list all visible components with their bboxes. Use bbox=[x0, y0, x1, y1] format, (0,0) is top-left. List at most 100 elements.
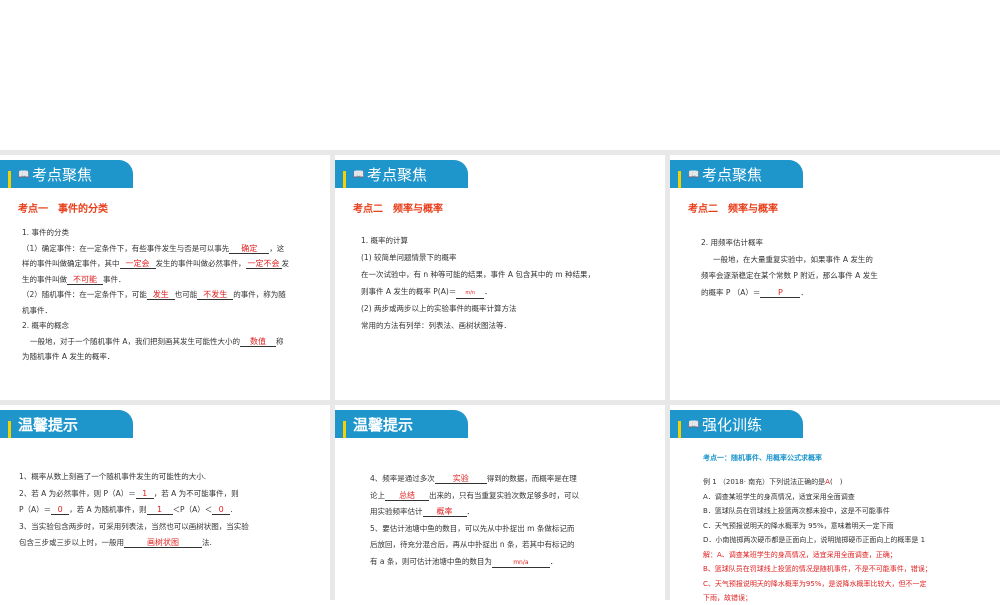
text-span: 的概率 P （A）＝ bbox=[701, 287, 761, 297]
text-line: 论上 总结 出来的，只有当重复实验次数足够多时，可以 bbox=[370, 488, 660, 505]
text-line: 包含三步或三步以上时，一般用 画树状图 法. bbox=[19, 535, 319, 552]
text-span: A．调查某班学生的身高情况，适宜采用全面调查 bbox=[703, 492, 855, 501]
text-span: 0 bbox=[218, 505, 224, 514]
text-span: 发 bbox=[281, 259, 290, 268]
text-span: 一定会 bbox=[125, 259, 150, 268]
text-span: 得到的数据，而概率是在理 bbox=[486, 474, 577, 483]
slide-header: 温馨提示 bbox=[335, 410, 468, 438]
text-span: 不可能 bbox=[73, 274, 97, 284]
text-span: 0 bbox=[57, 505, 63, 514]
text-line: P（A）＝ 0 ，若 A 为随机事件，则 1 ＜P（A）＜ 0. bbox=[19, 505, 233, 515]
text-span: 4、频率是通过多次 bbox=[370, 474, 435, 483]
accent-bar bbox=[678, 421, 681, 438]
answer-blank: mn/a bbox=[491, 557, 550, 568]
answer-blank: 画树状图 bbox=[124, 538, 202, 548]
slide-thumbnail-5[interactable]: 温馨提示 4、频率是通过多次 实验 得到的数据，而概率是在理 论上 总结 出来的，只有当… bbox=[335, 405, 665, 605]
text-span: ． bbox=[466, 507, 475, 516]
text-span: 5、要估计池塘中鱼的数目，可以先从中扑捉出 m 条做标记而 bbox=[370, 523, 575, 533]
slide-sorter: 📖 考点聚焦 考点一 事件的分类 1. 事件的分类 （1）确定事件：在一定条件下，… bbox=[0, 150, 1000, 605]
text-span: ． bbox=[800, 287, 808, 297]
answer-blank: 概率 bbox=[422, 507, 467, 517]
slide-header: 📖 考点聚焦 bbox=[335, 160, 468, 188]
answer-blank: m/n bbox=[456, 287, 485, 299]
header-title: 考点聚焦 bbox=[32, 166, 93, 184]
slide-body: 2. 用频率估计概率 一般地，在大量重复实验中，如果事件 A 发生的 频率会逐渐… bbox=[701, 235, 991, 301]
text-line: 的概率 P （A）＝ P ． bbox=[701, 285, 991, 302]
slide-body: 例 1 （2018· 南充）下列说法正确的是A( ) A．调查某班学生的身高情况… bbox=[703, 475, 1000, 605]
text-span: ，若 A 为不可能事件，则 bbox=[153, 488, 239, 498]
text-span: C．天气预报说明天的降水概率为 95%，意味着明天一定下雨 bbox=[703, 521, 894, 530]
text-span: 生的事件叫做 bbox=[22, 274, 67, 284]
book-icon: 📖 bbox=[688, 420, 700, 430]
accent-bar bbox=[343, 421, 346, 438]
text-span: 解：A、调查某班学生的身高情况，适宜采用全面调查，正确； bbox=[703, 550, 897, 559]
text-span: 事件． bbox=[103, 274, 126, 284]
slide-body: 4、频率是通过多次 实验 得到的数据，而概率是在理 论上 总结 出来的，只有当重复实验次… bbox=[370, 471, 660, 570]
text-span: (2) 两步或两步以上的实验事件的概率计算方法 bbox=[361, 304, 517, 313]
text-span: 后放回，待充分混合后，再从中扑捉出 n 条，若其中有标记的 bbox=[370, 540, 575, 549]
answer-blank: 1 bbox=[135, 488, 154, 499]
text-span: 发生 bbox=[152, 290, 169, 299]
text-span: ． bbox=[484, 287, 492, 296]
text-span: 在一次试验中，有 n 种等可能的结果，事件 A 包含其中的 m 种结果， bbox=[361, 270, 595, 279]
text-span: 发生的事件叫做必然事件， bbox=[155, 259, 246, 268]
book-icon: 📖 bbox=[688, 170, 700, 180]
text-span: 确定 bbox=[241, 243, 258, 253]
slide-subtitle: 考点一 事件的分类 bbox=[18, 204, 108, 215]
slide-header: 温馨提示 bbox=[0, 410, 133, 438]
answer-blank: 总结 bbox=[385, 491, 429, 501]
text-line: 样的事件叫做确定事件，其中 一定会 发生的事件叫做必然事件， 一定不会发 bbox=[22, 256, 317, 272]
answer-blank: 一定会 bbox=[119, 259, 156, 269]
answer-blank: 不可能 bbox=[67, 275, 103, 285]
header-title: 温馨提示 bbox=[353, 416, 414, 434]
slide-thumbnail-1[interactable]: 📖 考点聚焦 考点一 事件的分类 1. 事件的分类 （1）确定事件：在一定条件下，… bbox=[0, 155, 330, 400]
text-span: 有 a 条，则可估计池塘中鱼的数目为 bbox=[370, 556, 492, 566]
text-line: 一般地，对于一个随机事件 A，我们把刻画其发生可能性大小的 数值称 bbox=[22, 334, 317, 350]
text-line: （1）确定事件：在一定条件下，有些事件发生与否是可以事先 确定 ，这 bbox=[22, 241, 317, 257]
slide-header: 📖 考点聚焦 bbox=[0, 160, 133, 188]
text-line: 则事件 A 发生的概率 P(A)＝ m/n ． bbox=[361, 283, 656, 300]
answer-blank: 数值 bbox=[240, 337, 277, 347]
slide-header: 📖 考点聚焦 bbox=[670, 160, 803, 188]
text-span: 包含三步或三步以上时，一般用 bbox=[19, 538, 124, 547]
text-span: 2、若 A 为必然事件，则 P（A）＝ bbox=[19, 488, 136, 498]
text-span: 2. 概率的概念 bbox=[22, 321, 70, 330]
slide-thumbnail-6[interactable]: 📖 强化训练 考点一：随机事件、用概率公式求概率 例 1 （2018· 南充）下列… bbox=[670, 405, 1000, 605]
answer-blank: 0 bbox=[212, 505, 231, 515]
text-span: (1) 较简单问题情景下的概率 bbox=[361, 253, 457, 262]
header-title: 考点聚焦 bbox=[367, 166, 428, 184]
accent-bar bbox=[8, 421, 11, 438]
answer-blank: 一定不会 bbox=[245, 259, 282, 269]
text-span: B．篮球队员在罚球线上投篮两次都未投中，这是不可能事件 bbox=[703, 507, 890, 515]
text-line: 用实验频率估计 概率 ． bbox=[370, 504, 660, 521]
slide-thumbnail-2[interactable]: 📖 考点聚焦 考点二 频率与概率 1. 概率的计算 (1) 较简单问题情景下的概率… bbox=[335, 155, 665, 400]
text-span: 称 bbox=[276, 336, 284, 346]
text-line: （2）随机事件：在一定条件下，可能 发生 也可能 不发生 的事件，称为随 bbox=[22, 287, 317, 303]
text-line: 4、频率是通过多次 实验 得到的数据，而概率是在理 bbox=[370, 471, 660, 488]
accent-bar bbox=[8, 171, 11, 188]
book-icon: 📖 bbox=[18, 170, 30, 180]
text-span: 样的事件叫做确定事件，其中 bbox=[22, 259, 120, 268]
text-span: 一定不会 bbox=[247, 259, 280, 268]
blank-area bbox=[0, 0, 1000, 150]
text-span: D．小南抛掷两次硬币都是正面向上，说明抛掷硬币正面向上的概率是 1 bbox=[703, 536, 926, 544]
text-line: 生的事件叫做 不可能 事件． bbox=[22, 272, 317, 288]
text-span: 1、概率从数上刻画了一个随机事件发生的可能性的大小. bbox=[19, 472, 207, 481]
accent-bar bbox=[678, 171, 681, 188]
slide-thumbnail-3[interactable]: 📖 考点聚焦 考点二 频率与概率 2. 用频率估计概率 一般地，在大量重复实验中，… bbox=[670, 155, 1000, 400]
text-span: 例 1 （2018· 南充）下列说法正确的是 bbox=[703, 478, 826, 486]
header-title: 强化训练 bbox=[702, 416, 763, 434]
text-span: 下雨，故错误； bbox=[703, 594, 752, 602]
slide-header: 📖 强化训练 bbox=[670, 410, 803, 438]
text-span: mn/a bbox=[513, 558, 529, 566]
answer-blank: 确定 bbox=[229, 243, 270, 254]
text-span: 1. 概率的计算 bbox=[361, 236, 409, 245]
accent-bar bbox=[343, 171, 346, 188]
text-line: 1. 事件的分类 bbox=[22, 228, 70, 237]
slide-thumbnail-4[interactable]: 温馨提示 1、概率从数上刻画了一个随机事件发生的可能性的大小. 2、若 A 为必… bbox=[0, 405, 330, 605]
text-span: 常用的方法有列举：列表法、画树状图法等． bbox=[361, 321, 511, 330]
text-span: ，这 bbox=[269, 243, 285, 253]
text-span: （1）确定事件：在一定条件下，有些事件发生与否是可以事先 bbox=[22, 243, 230, 253]
text-span: 1 bbox=[142, 488, 148, 498]
text-span: 实验 bbox=[452, 474, 469, 483]
